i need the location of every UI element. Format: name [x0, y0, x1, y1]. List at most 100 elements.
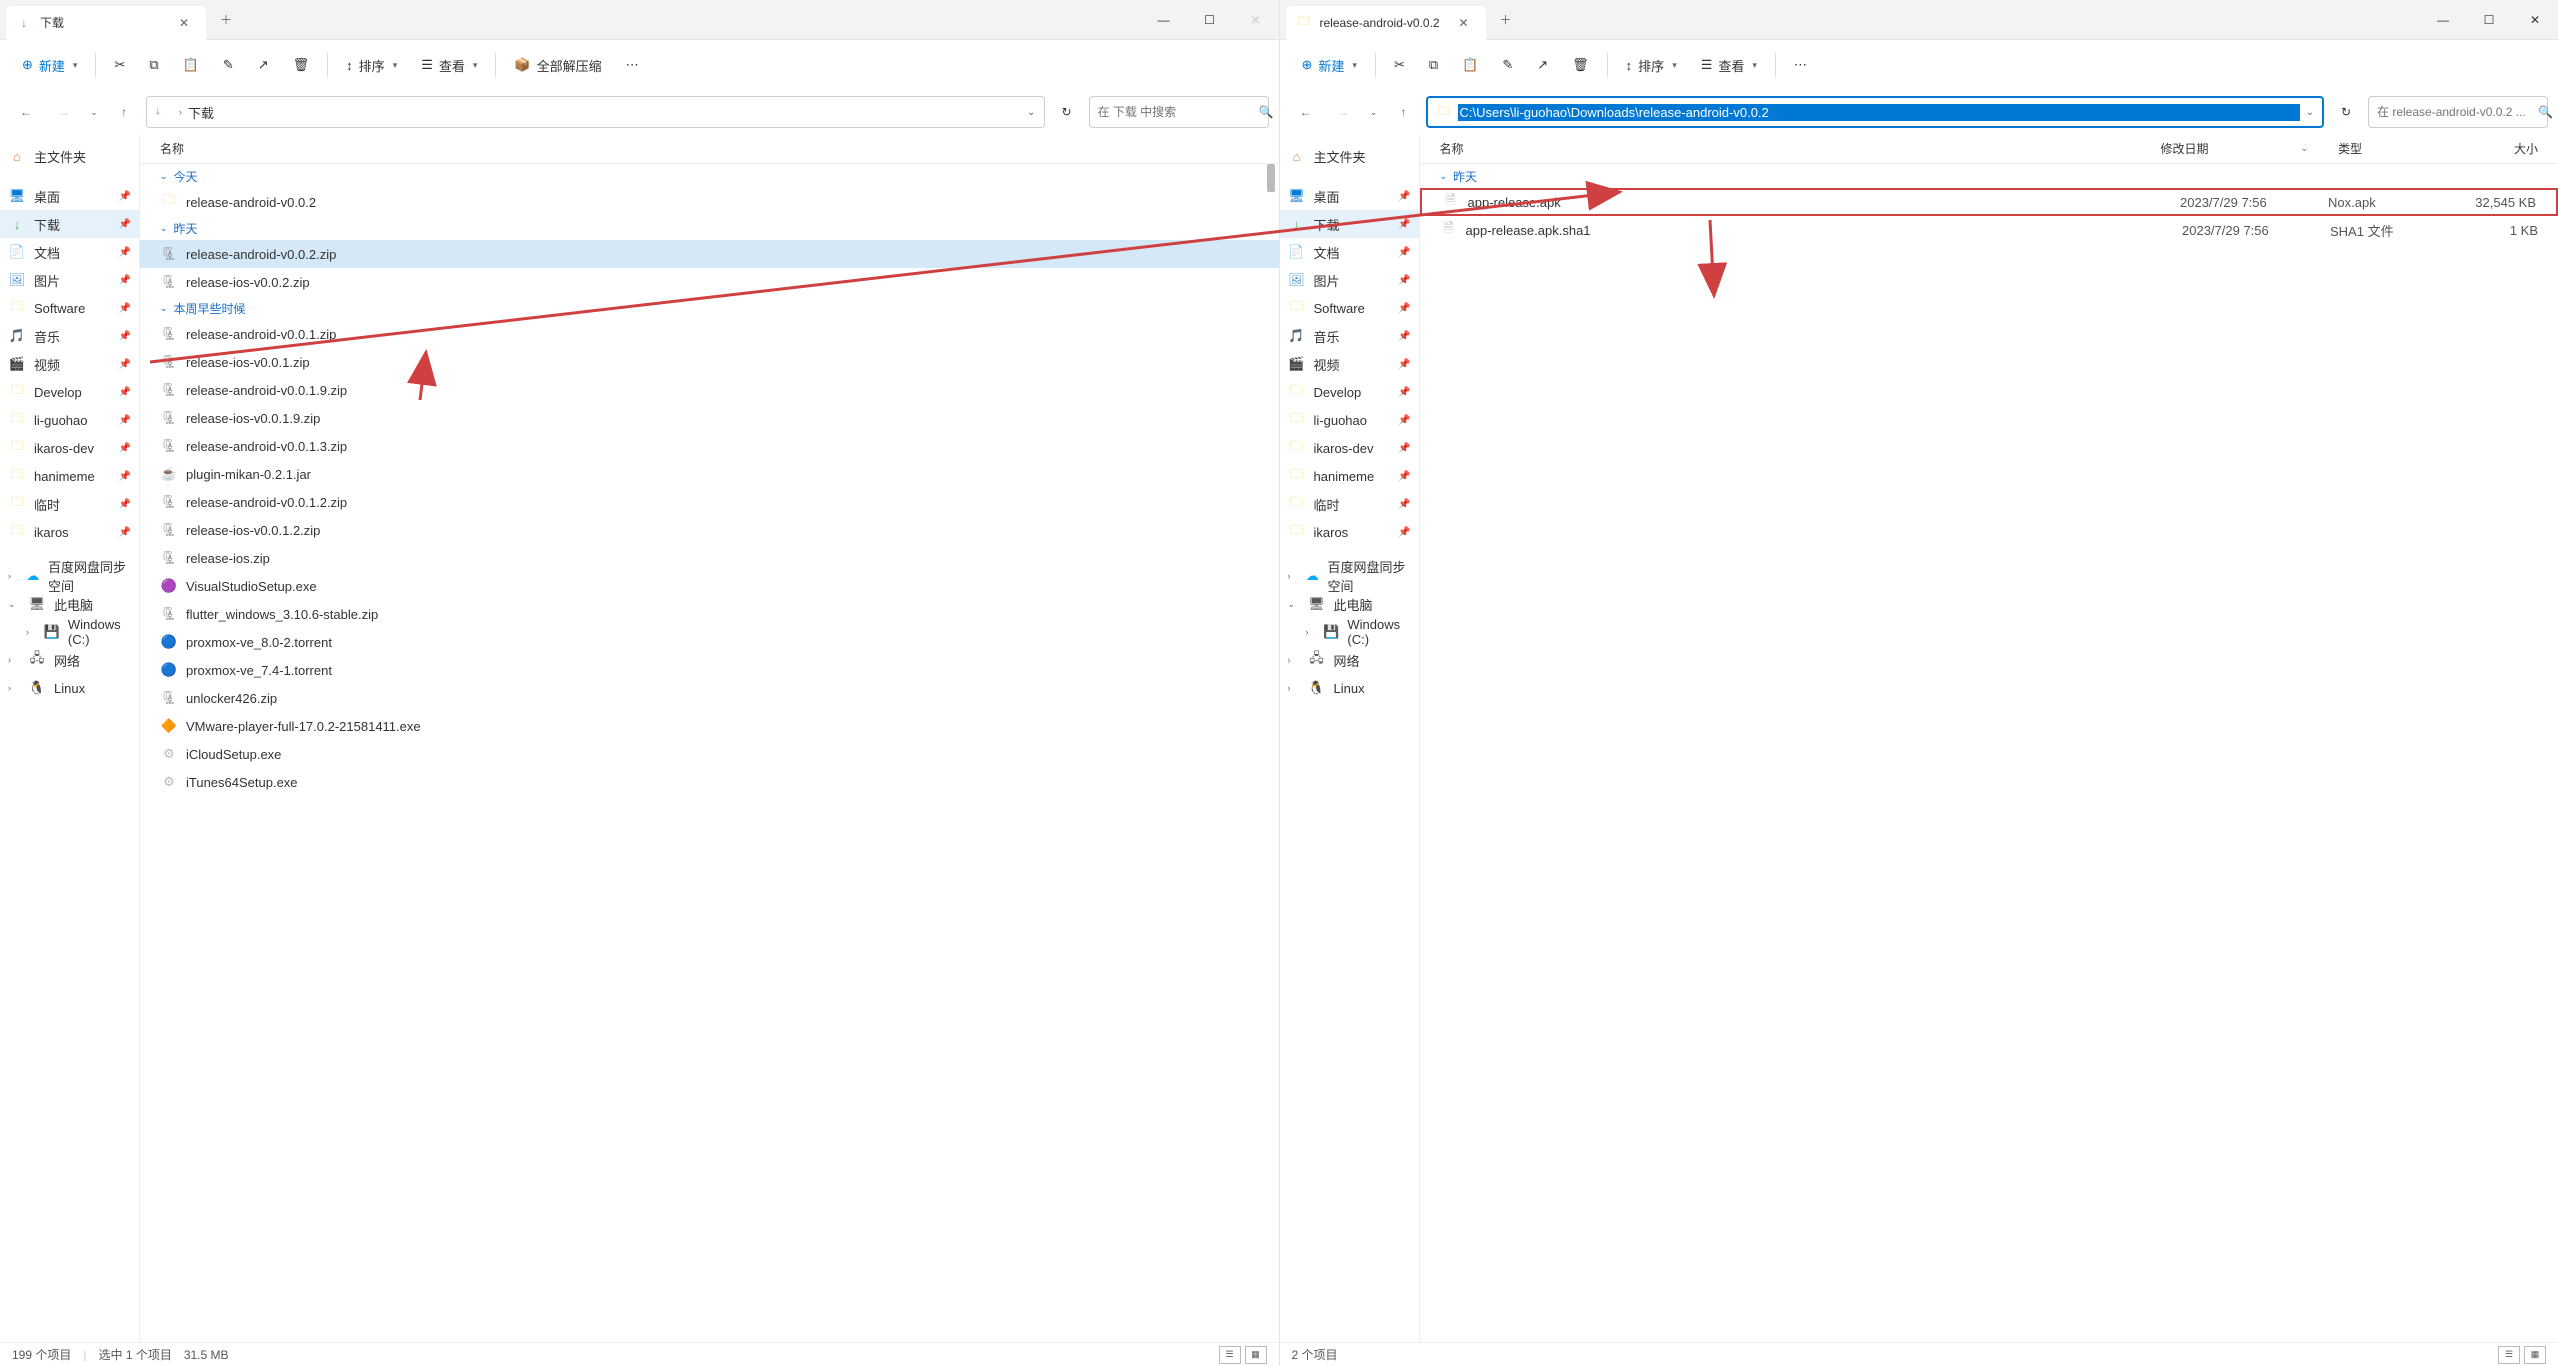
sidebar-section[interactable]: › 💾 Windows (C:) [1280, 618, 1419, 646]
breadcrumb[interactable]: 下载 [188, 103, 1021, 122]
back-button[interactable]: ← [10, 96, 42, 128]
chevron-icon[interactable]: › [8, 655, 20, 665]
group-header[interactable]: ⌄ 今天 [140, 164, 1279, 188]
sidebar-section[interactable]: › ☁ 百度网盘同步空间 [1280, 562, 1419, 590]
chevron-icon[interactable]: › [8, 683, 20, 693]
icons-view-button[interactable]: ▦ [1245, 1346, 1267, 1364]
refresh-button[interactable]: ↻ [1051, 96, 1083, 128]
file-row[interactable]: 🔵 proxmox-ve_7.4-1.torrent [140, 656, 1279, 684]
details-view-button[interactable]: ☰ [2498, 1346, 2520, 1364]
chevron-icon[interactable]: › [1306, 627, 1316, 637]
details-view-button[interactable]: ☰ [1219, 1346, 1241, 1364]
more-button[interactable]: ⋯ [616, 47, 649, 83]
more-button[interactable]: ⋯ [1784, 47, 1817, 83]
rename-button[interactable]: ✎ [1492, 47, 1523, 83]
file-row[interactable]: 🗎 app-release.apk.sha12023/7/29 7:56 SHA… [1420, 216, 2558, 244]
chevron-icon[interactable]: ⌄ [8, 599, 20, 610]
sort-indicator[interactable]: ⌄ [2300, 143, 2338, 154]
sidebar-item[interactable]: 🎬 视频 📌 [0, 350, 139, 378]
sidebar-item[interactable]: 🗀 Software 📌 [0, 294, 139, 322]
sidebar-item[interactable]: 🗀 li-guohao 📌 [0, 406, 139, 434]
extract-button[interactable]: 📦 全部解压缩 [504, 47, 611, 83]
sidebar-item[interactable]: 🎵 音乐 📌 [1280, 322, 1419, 350]
sidebar-item[interactable]: 🗀 临时 📌 [0, 490, 139, 518]
sidebar-item[interactable]: 🗀 临时 📌 [1280, 490, 1419, 518]
maximize-button[interactable]: ☐ [2466, 0, 2512, 40]
file-row[interactable]: 🗜 release-android-v0.0.1.2.zip [140, 488, 1279, 516]
file-row[interactable]: ⚙ iCloudSetup.exe [140, 740, 1279, 768]
sidebar-item[interactable]: 📄 文档 📌 [1280, 238, 1419, 266]
file-list[interactable]: ⌄ 今天 🗀 release-android-v0.0.2 ⌄ 昨天 🗜 rel… [140, 164, 1279, 1342]
sidebar-item[interactable]: 🗀 ikaros 📌 [0, 518, 139, 546]
search-box[interactable]: 🔍 [1089, 96, 1269, 128]
up-button[interactable]: ↑ [108, 96, 140, 128]
address-path[interactable]: C:\Users\li-guohao\Downloads\release-and… [1458, 104, 2300, 121]
sidebar-section[interactable]: › ☁ 百度网盘同步空间 [0, 562, 139, 590]
sidebar-item[interactable]: 🎬 视频 📌 [1280, 350, 1419, 378]
history-dropdown[interactable]: ⌄ [1366, 96, 1382, 128]
file-row[interactable]: 🗜 release-android-v0.0.1.9.zip [140, 376, 1279, 404]
sidebar-section[interactable]: › 🖧 网络 [1280, 646, 1419, 674]
scrollbar-thumb[interactable] [1267, 164, 1275, 192]
column-date[interactable]: 修改日期 [2160, 140, 2300, 157]
sidebar-item[interactable]: 📄 文档 📌 [0, 238, 139, 266]
close-icon[interactable]: ✕ [1456, 15, 1472, 31]
close-icon[interactable]: ✕ [176, 15, 192, 31]
view-button[interactable]: ☰ 查看 ▾ [411, 47, 487, 83]
file-row[interactable]: 🟣 VisualStudioSetup.exe [140, 572, 1279, 600]
sidebar-item[interactable]: 🎵 音乐 📌 [0, 322, 139, 350]
column-size[interactable]: 大小 [2458, 140, 2538, 157]
columns-header[interactable]: 名称 修改日期 ⌄ 类型 大小 [1420, 134, 2558, 164]
rename-button[interactable]: ✎ [213, 47, 244, 83]
file-row[interactable]: 🗜 release-ios.zip [140, 544, 1279, 572]
address-bar[interactable]: 🗀 C:\Users\li-guohao\Downloads\release-a… [1426, 96, 2325, 128]
sidebar-item[interactable]: 🗀 li-guohao 📌 [1280, 406, 1419, 434]
column-type[interactable]: 类型 [2338, 140, 2458, 157]
new-button[interactable]: ⊕ 新建 ▾ [12, 47, 87, 83]
new-tab-button[interactable]: ＋ [210, 4, 242, 36]
share-button[interactable]: ↗ [1527, 47, 1558, 83]
minimize-button[interactable]: — [2420, 0, 2466, 40]
file-row[interactable]: 🗜 release-ios-v0.0.2.zip [140, 268, 1279, 296]
sidebar-section[interactable]: ⌄ 🖥 此电脑 [0, 590, 139, 618]
sidebar-item[interactable]: 🗀 ikaros-dev 📌 [0, 434, 139, 462]
chevron-icon[interactable]: › [26, 627, 36, 637]
tab[interactable]: ↓ 下载 ✕ [6, 6, 206, 40]
file-row[interactable]: 🔵 proxmox-ve_8.0-2.torrent [140, 628, 1279, 656]
address-bar[interactable]: ↓ › 下载 ⌄ [146, 96, 1045, 128]
view-button[interactable]: ☰ 查看 ▾ [1691, 47, 1767, 83]
file-list[interactable]: ⌄ 昨天 🗎 app-release.apk2023/7/29 7:56 Nox… [1420, 164, 2558, 1342]
sidebar-section[interactable]: › 🖧 网络 [0, 646, 139, 674]
file-row[interactable]: ⚙ iTunes64Setup.exe [140, 768, 1279, 796]
forward-button[interactable]: → [48, 96, 80, 128]
column-name[interactable]: 名称 [160, 140, 1259, 157]
sidebar-item[interactable]: 🖼 图片 📌 [0, 266, 139, 294]
icons-view-button[interactable]: ▦ [2524, 1346, 2546, 1364]
scrollbar[interactable] [1265, 164, 1277, 764]
sidebar-home[interactable]: ⌂ 主文件夹 [1280, 142, 1419, 170]
sort-button[interactable]: ↕ 排序 ▾ [336, 47, 407, 83]
forward-button[interactable]: → [1328, 96, 1360, 128]
delete-button[interactable]: 🗑 [1562, 47, 1599, 83]
chevron-icon[interactable]: › [1288, 683, 1300, 693]
sidebar-section[interactable]: › 💾 Windows (C:) [0, 618, 139, 646]
file-row[interactable]: 🗎 app-release.apk2023/7/29 7:56 Nox.apk … [1420, 188, 2558, 216]
sidebar-item[interactable]: 🗀 Software 📌 [1280, 294, 1419, 322]
chevron-icon[interactable]: › [1288, 571, 1298, 581]
maximize-button[interactable]: ☐ [1187, 0, 1233, 40]
file-row[interactable]: 🔶 VMware-player-full-17.0.2-21581411.exe [140, 712, 1279, 740]
sidebar-item[interactable]: 🗀 hanimeme 📌 [1280, 462, 1419, 490]
chevron-down-icon[interactable]: ⌄ [2306, 107, 2314, 118]
sidebar-item[interactable]: ↓ 下载 📌 [0, 210, 139, 238]
back-button[interactable]: ← [1290, 96, 1322, 128]
search-input[interactable] [2377, 105, 2532, 119]
minimize-button[interactable]: — [1141, 0, 1187, 40]
cut-button[interactable]: ✂ [104, 47, 135, 83]
sidebar-home[interactable]: ⌂ 主文件夹 [0, 142, 139, 170]
sidebar-section[interactable]: ⌄ 🖥 此电脑 [1280, 590, 1419, 618]
file-row[interactable]: ☕ plugin-mikan-0.2.1.jar [140, 460, 1279, 488]
new-tab-button[interactable]: ＋ [1490, 4, 1522, 36]
file-row[interactable]: 🗜 flutter_windows_3.10.6-stable.zip [140, 600, 1279, 628]
group-header[interactable]: ⌄ 本周早些时候 [140, 296, 1279, 320]
file-row[interactable]: 🗜 release-android-v0.0.2.zip [140, 240, 1279, 268]
